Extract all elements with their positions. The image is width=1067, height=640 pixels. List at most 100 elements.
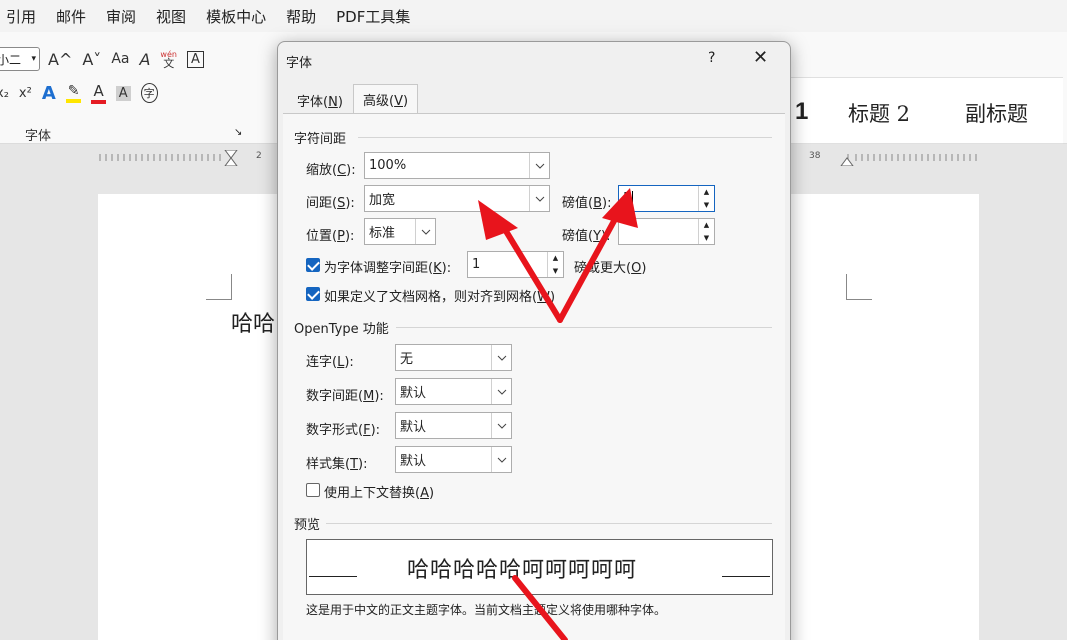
ruler-right-number: 38: [809, 151, 821, 161]
menu-review[interactable]: 审阅: [106, 6, 136, 27]
font-color-button[interactable]: A: [91, 82, 106, 104]
menu-pdf-tools[interactable]: PDF工具集: [336, 6, 410, 27]
spin-down-icon[interactable]: ▼: [548, 265, 563, 278]
kerning-checkbox[interactable]: [306, 258, 320, 272]
scale-select[interactable]: 100%: [364, 152, 550, 179]
menu-references[interactable]: 引用: [6, 6, 36, 27]
number-spacing-value: 默认: [400, 386, 427, 401]
spin-up-icon[interactable]: ▲: [699, 186, 714, 199]
superscript-button[interactable]: x²: [19, 86, 32, 101]
spacing-by-label: 磅值(B):: [562, 196, 612, 211]
chevron-down-icon: [415, 219, 435, 244]
chevron-down-icon: [529, 186, 549, 211]
menu-bar: 引用 邮件 审阅 视图 模板中心 帮助 PDF工具集: [0, 0, 1067, 32]
change-case-button[interactable]: Aa: [111, 51, 129, 67]
spacing-section-title: 字符间距: [294, 132, 347, 147]
spacing-value: 加宽: [369, 193, 396, 208]
dialog-title: 字体: [286, 56, 313, 71]
position-value: 标准: [369, 226, 396, 241]
spacing-by-input[interactable]: 5 ▲ ▼: [618, 185, 715, 212]
help-button[interactable]: ?: [708, 50, 715, 66]
number-spacing-label: 数字间距(M):: [306, 389, 384, 404]
position-by-spinner: ▲ ▼: [698, 219, 714, 244]
position-label: 位置(P):: [306, 229, 355, 244]
kerning-suffix: 磅或更大(O): [574, 261, 647, 276]
shrink-font-button[interactable]: A˅: [82, 50, 101, 69]
preview-note: 这是用于中文的正文主题字体。当前文档主题定义将使用哪种字体。: [306, 603, 667, 617]
position-by-label: 磅值(Y):: [562, 229, 611, 244]
chevron-down-icon: [491, 413, 511, 438]
font-group-label: 字体: [25, 129, 52, 144]
number-forms-label: 数字形式(F):: [306, 423, 381, 438]
spin-up-icon[interactable]: ▲: [548, 252, 563, 265]
ligatures-value: 无: [400, 352, 414, 367]
phonetic-guide-button[interactable]: wén 文: [160, 50, 177, 69]
contextual-alternates-checkbox[interactable]: [306, 483, 320, 497]
ligatures-label: 连字(L):: [306, 355, 354, 370]
margin-corner-tr: [846, 274, 872, 300]
font-size-value: 小二: [0, 52, 22, 67]
ligatures-select[interactable]: 无: [395, 344, 512, 371]
number-spacing-select[interactable]: 默认: [395, 378, 512, 405]
spacing-by-value: 5: [623, 191, 632, 206]
document-text[interactable]: 哈哈: [231, 306, 275, 338]
close-button[interactable]: ✕: [753, 47, 768, 68]
kerning-spinner: ▲ ▼: [547, 252, 563, 277]
char-shading-button[interactable]: A: [115, 85, 131, 101]
preview-baseline-right: [722, 576, 770, 577]
stylistic-sets-value: 默认: [400, 454, 427, 469]
style-heading2[interactable]: 标题 2: [848, 98, 910, 128]
font-size-select[interactable]: 小二 ▾: [0, 47, 40, 71]
chevron-down-icon: [491, 345, 511, 370]
ruler-left-number: 2: [256, 151, 262, 161]
subscript-button[interactable]: x₂: [0, 86, 9, 101]
text-effect-button[interactable]: A: [42, 83, 56, 104]
highlighter-icon: ✎: [67, 83, 80, 99]
tab-advanced-key: V: [394, 94, 403, 109]
position-by-input[interactable]: ▲ ▼: [618, 218, 715, 245]
position-select[interactable]: 标准: [364, 218, 436, 245]
spin-up-icon[interactable]: ▲: [699, 219, 714, 232]
tab-advanced-label: 高级: [363, 94, 390, 109]
preview-box: 哈哈哈哈哈呵呵呵呵呵: [306, 539, 773, 595]
snap-grid-label: 如果定义了文档网格，则对齐到网格(W): [324, 290, 556, 305]
menu-mailings[interactable]: 邮件: [56, 6, 86, 27]
preview-baseline-left: [309, 576, 357, 577]
tab-font-key: N: [328, 95, 338, 110]
dialog-launcher-icon[interactable]: ↘: [234, 127, 242, 138]
enclose-char-button[interactable]: 字: [140, 83, 158, 103]
tab-advanced[interactable]: 高级(V): [353, 84, 419, 114]
opentype-section-title: OpenType 功能: [294, 322, 389, 337]
stylistic-sets-select[interactable]: 默认: [395, 446, 512, 473]
margin-corner-tl: [206, 274, 232, 300]
spin-down-icon[interactable]: ▼: [699, 199, 714, 212]
kerning-label: 为字体调整字间距(K):: [324, 261, 452, 276]
style-subtitle[interactable]: 副标题: [965, 98, 1028, 128]
stylistic-sets-label: 样式集(T):: [306, 457, 368, 472]
kerning-input[interactable]: 1 ▲ ▼: [467, 251, 564, 278]
preview-divider: [326, 523, 772, 524]
ribbon-row-1: 小二 ▾ A^ A˅ Aa A wén 文 A: [0, 47, 214, 71]
kerning-value: 1: [472, 257, 481, 272]
tab-font[interactable]: 字体(N): [288, 86, 352, 113]
styles-gallery: 1 标题 2 副标题: [790, 77, 1063, 144]
chevron-down-icon: [491, 379, 511, 404]
scale-value: 100%: [369, 158, 407, 173]
char-border-button[interactable]: A: [186, 50, 204, 68]
snap-grid-checkbox[interactable]: [306, 287, 320, 301]
number-forms-value: 默认: [400, 420, 427, 435]
spacing-select[interactable]: 加宽: [364, 185, 550, 212]
number-forms-select[interactable]: 默认: [395, 412, 512, 439]
menu-view[interactable]: 视图: [156, 6, 186, 27]
scale-label: 缩放(C):: [306, 163, 356, 178]
grow-font-button[interactable]: A^: [48, 50, 72, 69]
menu-template-center[interactable]: 模板中心: [206, 6, 266, 27]
chevron-down-icon: [491, 447, 511, 472]
style-heading1[interactable]: 1: [795, 98, 808, 126]
chevron-down-icon: [529, 153, 549, 178]
clear-format-button[interactable]: A: [139, 50, 150, 69]
spin-down-icon[interactable]: ▼: [699, 232, 714, 245]
preview-text: 哈哈哈哈哈呵呵呵呵呵: [407, 558, 638, 583]
menu-help[interactable]: 帮助: [286, 6, 316, 27]
highlight-button[interactable]: ✎: [65, 83, 82, 103]
